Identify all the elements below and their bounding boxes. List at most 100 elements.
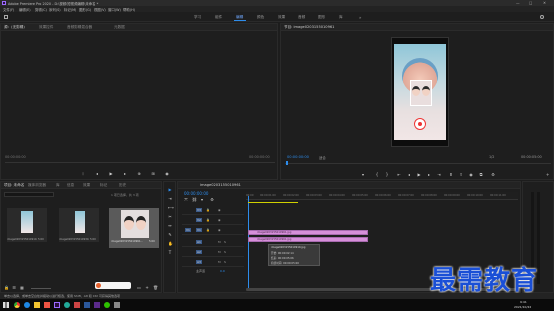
solo-icon[interactable]: S xyxy=(224,260,226,264)
taskbar-app-photo-icon[interactable] xyxy=(74,302,80,308)
taskbar-app-word-icon[interactable] xyxy=(84,302,90,308)
timeline-clip[interactable]: image0203155010961.jpg xyxy=(248,230,368,235)
timeline-timecode[interactable]: 00:00:00:00 xyxy=(184,191,208,196)
maximize-button[interactable]: □ xyxy=(529,1,532,5)
add-marker-icon[interactable]: ▾ xyxy=(200,198,204,202)
taskbar-app-chrome-icon[interactable] xyxy=(14,302,20,308)
tab-audio-clip-mixer[interactable]: 音频剪辑混合器 xyxy=(67,25,92,30)
lift-icon[interactable]: ⬆ xyxy=(449,173,453,177)
project-search-input[interactable] xyxy=(4,192,54,197)
taskbar-app-folder-icon[interactable] xyxy=(34,302,40,308)
tab-history[interactable]: 历史 xyxy=(119,183,126,188)
lock-icon[interactable]: 🔒 xyxy=(4,286,9,290)
source-scrub-bar[interactable] xyxy=(5,162,275,163)
timeline-settings-icon[interactable]: ⚙ xyxy=(210,198,214,202)
mark-out-icon[interactable]: } xyxy=(385,173,389,177)
workspace-more-button[interactable]: » xyxy=(359,15,361,20)
icon-view-icon[interactable]: ▦ xyxy=(20,286,24,290)
track-header-a1[interactable]: A1 M S xyxy=(182,238,244,247)
taskbar-app-pr-icon[interactable] xyxy=(94,302,100,308)
ripple-edit-tool-icon[interactable]: ⟷ xyxy=(168,206,174,210)
track-header-v3[interactable]: V3 🔒 ◉ xyxy=(182,206,244,215)
workspace-learn[interactable]: 学习 xyxy=(194,15,201,20)
timeline-ruler[interactable]: 00:00 00:00:01:00 00:00:02:00 00:00:03:0… xyxy=(246,192,518,200)
pen-tool-icon[interactable]: ✎ xyxy=(168,233,172,237)
new-item-icon[interactable]: + xyxy=(145,286,149,290)
ime-toolbar[interactable] xyxy=(95,282,131,289)
program-video-preview[interactable] xyxy=(391,37,449,147)
extract-icon[interactable]: ⇪ xyxy=(459,173,463,177)
overwrite-icon[interactable]: ⊞ xyxy=(151,172,155,176)
step-forward-icon[interactable]: ▸ xyxy=(123,172,127,176)
minimize-button[interactable]: — xyxy=(516,1,520,5)
camera-icon[interactable]: ◉ xyxy=(165,172,169,176)
windows-start-icon[interactable] xyxy=(3,302,9,308)
timeline-playhead[interactable] xyxy=(248,196,249,288)
timeline-work-area-bar[interactable] xyxy=(248,202,298,203)
taskbar-app-misc-icon[interactable] xyxy=(114,302,120,308)
track-header-a3[interactable]: A3 M S xyxy=(182,258,244,267)
track-header-v2[interactable]: V2 🔒 ◉ xyxy=(182,216,244,225)
workspace-color[interactable]: 颜色 xyxy=(257,15,264,20)
master-track-header[interactable]: 主声道 0.0 xyxy=(182,268,244,275)
project-item-thumbnail[interactable]: image0203155010910.jpg 5:00 xyxy=(7,208,47,242)
home-icon[interactable] xyxy=(4,15,8,19)
program-timecode-left[interactable]: 00:00:00:00 xyxy=(287,155,309,159)
program-playhead-icon[interactable] xyxy=(286,161,288,165)
master-value[interactable]: 0.0 xyxy=(220,269,225,273)
source-timecode-left[interactable]: 00:00:00:00 xyxy=(5,155,26,159)
search-icon[interactable] xyxy=(540,15,544,19)
eye-icon[interactable]: ◉ xyxy=(218,218,221,222)
program-scrub-bar[interactable] xyxy=(285,163,551,164)
compare-icon[interactable]: ⧉ xyxy=(479,173,483,177)
mark-in-icon[interactable]: { xyxy=(375,173,379,177)
track-header-a2[interactable]: A2 M S xyxy=(182,248,244,257)
workspace-audio[interactable]: 音频 xyxy=(298,15,305,20)
trash-icon[interactable]: 🗑 xyxy=(153,286,158,290)
lock-track-icon[interactable]: 🔒 xyxy=(206,208,210,212)
mute-icon[interactable]: M xyxy=(218,250,221,254)
solo-icon[interactable]: S xyxy=(224,240,226,244)
timeline-clip[interactable]: image0203155010961.jpg xyxy=(248,237,368,242)
new-bin-icon[interactable]: ▭ xyxy=(137,286,141,290)
workspace-assembly[interactable]: 组件 xyxy=(215,15,222,20)
track-select-tool-icon[interactable]: ⇥ xyxy=(168,197,172,201)
tab-media-browser[interactable]: 媒体浏览器 xyxy=(28,183,46,188)
razor-tool-icon[interactable]: ✂ xyxy=(168,215,172,219)
selection-tool-icon[interactable]: ▶ xyxy=(168,188,172,192)
settings-icon[interactable]: ⚙ xyxy=(491,173,495,177)
camera-icon[interactable]: ◉ xyxy=(469,173,473,177)
step-back-icon[interactable]: ◂ xyxy=(95,172,99,176)
step-forward-icon[interactable]: ▸ xyxy=(427,173,431,177)
project-item-thumbnail-selected[interactable]: image0203155010961... 5:00 xyxy=(109,208,159,248)
lock-track-icon[interactable]: 🔒 xyxy=(206,228,210,232)
track-header-v1[interactable]: V1 V1 🔒 ◉ xyxy=(182,226,244,235)
taskbar-app-store-icon[interactable] xyxy=(44,302,50,308)
taskbar-app-wechat-icon[interactable] xyxy=(104,302,110,308)
mute-icon[interactable]: M xyxy=(218,240,221,244)
go-to-in-icon[interactable]: ⇤ xyxy=(397,173,401,177)
go-to-out-icon[interactable]: ⇥ xyxy=(437,173,441,177)
tab-project[interactable]: 项目: 未命名 xyxy=(4,183,24,188)
close-button[interactable]: ✕ xyxy=(543,1,546,5)
tab-libraries[interactable]: 库 xyxy=(56,183,60,188)
taskbar-clock-time[interactable]: 9:41 xyxy=(520,300,527,304)
tab-program[interactable]: 节目: image0203155010961 xyxy=(284,25,334,30)
zoom-slider[interactable] xyxy=(31,288,51,289)
program-quality-select[interactable]: 1/2 xyxy=(489,155,494,159)
snap-icon[interactable]: ⤧ xyxy=(184,198,188,202)
tab-effect-controls[interactable]: 效果控件 xyxy=(39,25,53,30)
project-item-thumbnail[interactable]: image0203155010930.jpg 5:00 xyxy=(59,208,99,242)
slip-tool-icon[interactable]: ↔ xyxy=(168,224,172,228)
tab-sequence[interactable]: image0203155010961 xyxy=(200,183,241,187)
play-icon[interactable]: ▶ xyxy=(417,173,421,177)
workspace-libraries[interactable]: 库 xyxy=(339,15,343,20)
list-view-icon[interactable]: ☰ xyxy=(12,286,16,290)
taskbar-clock-date[interactable]: 2021/10/22 xyxy=(514,305,531,309)
tab-metadata[interactable]: 元数据 xyxy=(114,25,125,30)
add-marker-icon[interactable]: ▾ xyxy=(361,173,365,177)
linked-selection-icon[interactable]: ⛓ xyxy=(192,198,197,202)
tab-info[interactable]: 信息 xyxy=(67,183,74,188)
step-back-icon[interactable]: ◂ xyxy=(407,173,411,177)
add-button-icon[interactable]: + xyxy=(546,172,549,177)
